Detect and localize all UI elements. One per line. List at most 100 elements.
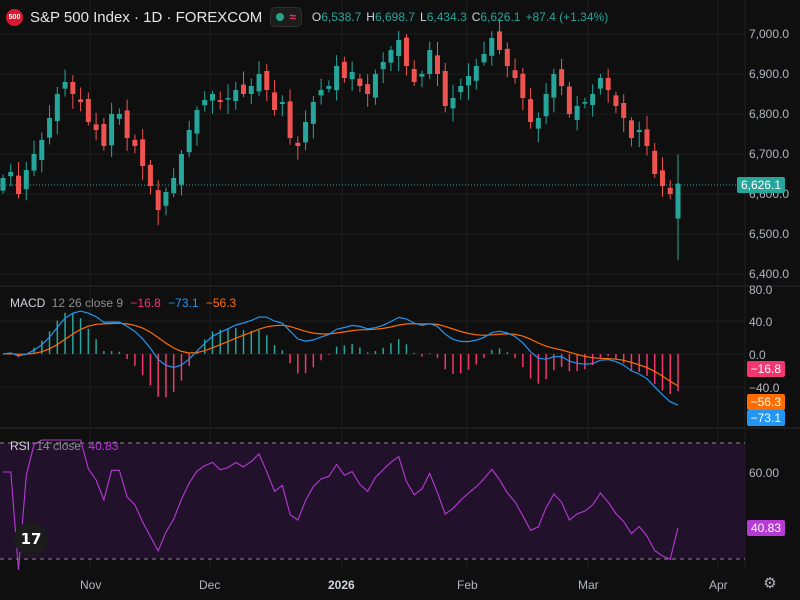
candle-body xyxy=(272,92,278,110)
candle-body xyxy=(248,86,254,94)
macd-legend[interactable]: MACD 12 26 close 9 −16.8 −73.1 −56.3 xyxy=(10,296,236,310)
candle-body xyxy=(70,82,76,94)
candle-body xyxy=(241,84,247,94)
macd-line-tag: −73.1 xyxy=(746,410,785,426)
candle-body xyxy=(186,130,192,153)
candle-body xyxy=(318,90,324,96)
candle-body xyxy=(628,120,634,138)
rsi-band xyxy=(0,443,745,559)
symbol-title[interactable]: S&P 500 Index · 1D · FOREXCOM xyxy=(30,9,262,26)
candle-body xyxy=(357,78,363,86)
candle-body xyxy=(178,154,184,185)
candle-body xyxy=(551,74,557,98)
market-status-toggle[interactable]: ≈ xyxy=(270,7,302,27)
candle-body xyxy=(225,98,231,100)
rsi-params: 14 close xyxy=(36,439,82,453)
low-label: L xyxy=(420,10,427,24)
candle-body xyxy=(264,71,270,90)
candle-body xyxy=(396,40,402,56)
candle-body xyxy=(644,129,650,146)
candle-body xyxy=(667,187,673,194)
candle-body xyxy=(62,82,68,89)
candle-body xyxy=(39,140,45,160)
rsi-value: 40.83 xyxy=(88,439,119,453)
candle-body xyxy=(202,100,208,106)
candle-body xyxy=(349,72,355,80)
open-label: O xyxy=(311,10,322,24)
candle-body xyxy=(466,76,472,86)
candle-body xyxy=(140,139,146,166)
macd-title: MACD xyxy=(10,296,46,310)
macd-axis-label: 40.0 xyxy=(749,315,773,329)
candle-body xyxy=(54,94,60,121)
candle-body xyxy=(566,86,572,114)
candle-body xyxy=(504,48,510,66)
candle-body xyxy=(287,101,293,138)
candle-body xyxy=(310,102,316,124)
candle-body xyxy=(163,192,169,206)
candle-body xyxy=(16,175,22,194)
price-axis-label: 7,000.0 xyxy=(749,27,790,41)
change-value: +87.4 (+1.34%) xyxy=(525,10,609,24)
candle-body xyxy=(124,110,130,138)
candle-body xyxy=(47,118,53,138)
candle-body xyxy=(528,99,534,122)
candle-body xyxy=(473,66,479,81)
candle-body xyxy=(582,102,588,104)
macd-axis-label: 0.0 xyxy=(749,348,766,362)
candle-body xyxy=(279,102,285,104)
tradingview-logo-icon[interactable]: 17 xyxy=(14,522,48,556)
candle-body xyxy=(559,69,565,86)
high-value: 6,698.7 xyxy=(374,10,416,24)
candle-body xyxy=(388,50,394,63)
macd-params: 12 26 close 9 xyxy=(51,296,124,310)
candle-body xyxy=(497,31,503,50)
candle-body xyxy=(233,90,239,101)
candle-body xyxy=(365,84,371,94)
candle-body xyxy=(442,71,448,106)
macd-hist-value: −16.8 xyxy=(130,296,161,310)
candle-body xyxy=(171,178,177,194)
candle-body xyxy=(334,66,340,91)
rsi-tag: 40.83 xyxy=(746,520,785,536)
candle-body xyxy=(372,74,378,98)
candle-body xyxy=(403,37,409,66)
macd-hist-tag: −16.8 xyxy=(746,361,785,377)
gear-icon[interactable]: ⚙ xyxy=(762,576,778,592)
chart-header: 500 S&P 500 Index · 1D · FOREXCOM ≈ O6,5… xyxy=(6,6,608,28)
time-axis-label: 2026 xyxy=(328,578,355,592)
candle-body xyxy=(590,94,596,105)
candle-body xyxy=(78,99,84,102)
candle-body xyxy=(652,150,658,174)
close-value: 6,626.1 xyxy=(480,10,521,24)
candle-body xyxy=(116,114,122,119)
rsi-legend[interactable]: RSI 14 close 40.83 xyxy=(10,439,118,453)
candle-body xyxy=(434,55,440,74)
macd-axis-label: 80.0 xyxy=(749,283,773,297)
low-value: 6,434.3 xyxy=(426,10,467,24)
candle-body xyxy=(636,130,642,132)
candle-body xyxy=(8,172,14,177)
symbol-logo[interactable]: 500 xyxy=(6,8,23,26)
candle-body xyxy=(419,74,425,77)
candle-body xyxy=(597,78,603,89)
last-price-tag: 6,626.1 xyxy=(736,177,785,193)
candle-body xyxy=(31,154,37,171)
wave-icon: ≈ xyxy=(289,10,296,24)
candle-body xyxy=(489,38,495,56)
market-open-icon xyxy=(276,13,285,21)
time-axis-label: Mar xyxy=(578,578,599,592)
candle-body xyxy=(194,110,200,134)
candle-body xyxy=(605,78,611,90)
candle-body xyxy=(326,86,332,89)
candle-body xyxy=(450,98,456,109)
candle-body xyxy=(101,124,107,146)
candle-body xyxy=(659,170,665,186)
price-axis-label: 6,500.0 xyxy=(749,227,790,241)
open-value: 6,538.7 xyxy=(321,10,362,24)
candle-body xyxy=(675,183,681,219)
candle-body xyxy=(132,139,138,146)
candle-body xyxy=(256,74,262,92)
candle-body xyxy=(520,73,526,98)
candle-body xyxy=(209,94,215,101)
